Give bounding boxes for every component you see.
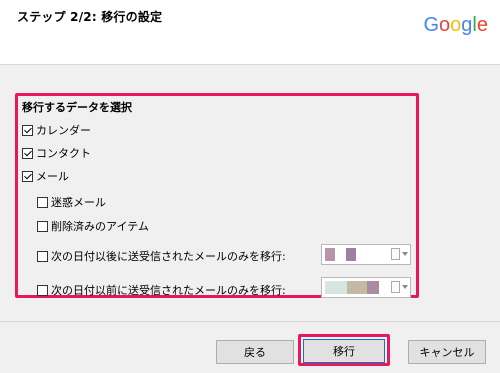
logo-letter: e [476,14,488,36]
after-date-picker[interactable] [321,244,411,265]
before-date-option[interactable]: 次の日付以前に送受信されたメールのみを移行: [37,282,286,298]
chevron-down-icon [402,285,408,289]
header: ステップ 2/2: 移行の設定 Google [0,0,500,65]
chevron-down-icon [402,252,408,256]
back-button[interactable]: 戻る [216,340,294,364]
contacts-label: コンタクト [36,147,91,160]
deleted-items-label: 削除済みのアイテム [51,220,149,233]
junk-mail-label: 迷惑メール [51,196,106,209]
junk-mail-option[interactable]: 迷惑メール [37,194,106,210]
calendar-icon [391,281,400,293]
calendar-option[interactable]: カレンダー [22,122,91,138]
before-date-picker[interactable] [321,277,411,298]
logo-letter: G [423,14,440,36]
section-title: 移行するデータを選択 [22,101,132,114]
footer-divider [0,321,500,322]
contacts-checkbox[interactable] [22,147,33,159]
date-text [325,281,391,294]
google-logo: Google [423,14,488,37]
deleted-items-checkbox[interactable] [37,220,48,232]
logo-letter: o [439,14,451,36]
before-date-label: 次の日付以前に送受信されたメールのみを移行: [51,284,286,297]
deleted-items-option[interactable]: 削除済みのアイテム [37,218,149,234]
after-date-option[interactable]: 次の日付以後に送受信されたメールのみを移行: [37,248,286,264]
mail-option[interactable]: メール [22,168,69,184]
logo-letter: o [450,14,462,36]
after-date-checkbox[interactable] [37,250,48,262]
contacts-option[interactable]: コンタクト [22,145,91,161]
before-date-checkbox[interactable] [37,284,48,296]
cancel-button[interactable]: キャンセル [408,340,486,364]
mail-label: メール [36,170,69,183]
junk-mail-checkbox[interactable] [37,196,48,208]
logo-letter: g [461,14,473,36]
migrate-button-highlight [298,334,390,366]
calendar-checkbox[interactable] [22,124,33,136]
page-title: ステップ 2/2: 移行の設定 [17,10,163,24]
mail-checkbox[interactable] [22,170,33,182]
calendar-icon [391,248,400,260]
date-text [325,248,391,261]
calendar-label: カレンダー [36,124,91,137]
after-date-label: 次の日付以後に送受信されたメールのみを移行: [51,250,286,263]
